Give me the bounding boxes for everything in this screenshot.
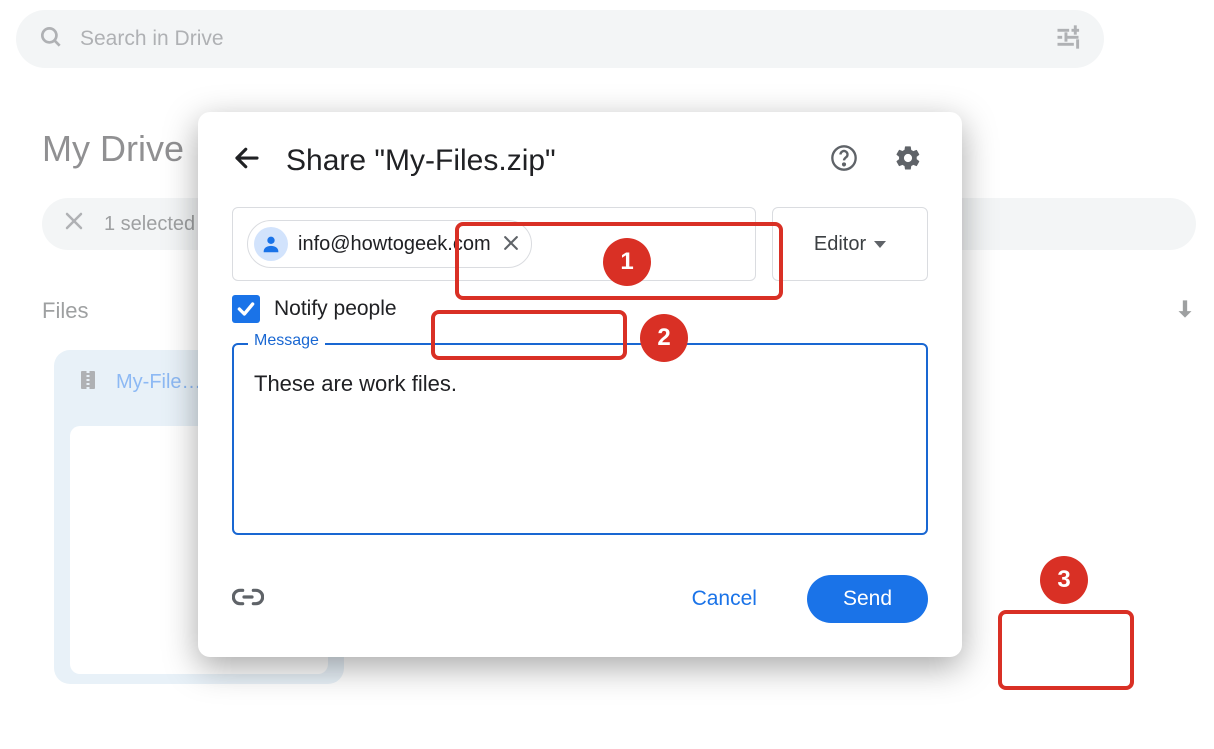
search-bar[interactable]: Search in Drive <box>16 10 1104 68</box>
help-icon[interactable] <box>824 138 864 183</box>
chip-email: info@howtogeek.com <box>298 233 491 256</box>
files-heading: Files <box>42 298 88 324</box>
dialog-title: Share "My-Files.zip" <box>286 144 800 178</box>
link-icon[interactable] <box>232 581 264 618</box>
person-chip: info@howtogeek.com <box>247 220 532 268</box>
tune-icon[interactable] <box>1054 23 1082 56</box>
share-dialog: Share "My-Files.zip" info@howtogeek.com … <box>198 112 962 657</box>
search-icon <box>38 24 64 55</box>
avatar-icon <box>254 227 288 261</box>
back-icon[interactable] <box>232 143 262 178</box>
zip-file-icon <box>76 368 100 397</box>
remove-chip-icon[interactable] <box>501 229 521 260</box>
message-textarea[interactable] <box>252 369 908 517</box>
chevron-down-icon <box>874 241 886 248</box>
notify-label: Notify people <box>274 297 397 321</box>
search-placeholder: Search in Drive <box>80 27 224 51</box>
people-input[interactable]: info@howtogeek.com <box>232 207 756 281</box>
selection-count: 1 selected <box>104 213 195 236</box>
page-title: My Drive <box>42 128 184 170</box>
file-name: My-File… <box>116 371 202 394</box>
message-legend: Message <box>248 332 325 350</box>
message-field[interactable]: Message <box>232 343 928 535</box>
send-button[interactable]: Send <box>807 575 928 623</box>
notify-checkbox[interactable] <box>232 295 260 323</box>
close-selection-icon[interactable] <box>62 209 86 240</box>
role-select[interactable]: Editor <box>772 207 928 281</box>
gear-icon[interactable] <box>888 138 928 183</box>
annotation-number-3: 3 <box>1040 556 1088 604</box>
annotation-box-3 <box>998 610 1134 690</box>
cancel-button[interactable]: Cancel <box>672 577 777 621</box>
sort-direction-icon[interactable] <box>1172 296 1198 327</box>
role-label: Editor <box>814 233 866 256</box>
